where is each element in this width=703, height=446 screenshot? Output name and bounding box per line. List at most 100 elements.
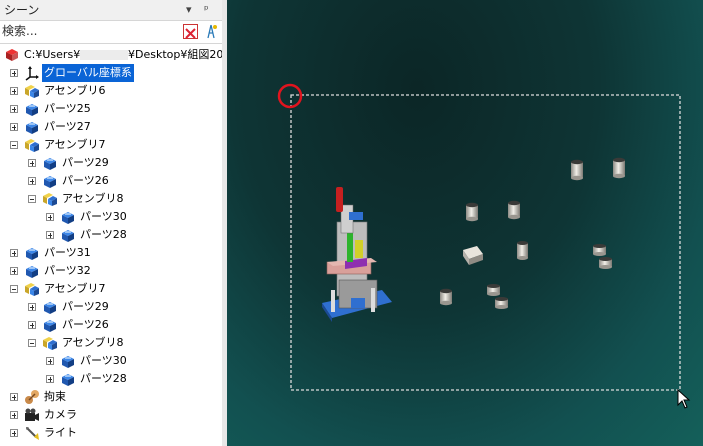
pin-icon[interactable]: ᵖ: [204, 0, 209, 20]
scene-panel: シーン ▾ ᵖ C:¥Users¥ ¥Desktop¥組図20 グローバル座標系アセ…: [0, 0, 223, 446]
tree-item-label: アセンブリ8: [62, 336, 124, 349]
tree-item-label: パーツ25: [44, 102, 91, 115]
part-icon: [60, 371, 76, 387]
tree-item-label: グローバル座標系: [42, 64, 134, 82]
expand-toggle[interactable]: [28, 339, 36, 347]
tree-item-label: パーツ31: [44, 246, 91, 259]
part-icon: [24, 101, 40, 117]
redacted-username: [80, 50, 128, 60]
expand-toggle[interactable]: [10, 87, 18, 95]
3d-viewport[interactable]: [227, 0, 703, 446]
expand-toggle[interactable]: [28, 303, 36, 311]
tree-item[interactable]: アセンブリ7: [0, 280, 222, 298]
expand-toggle[interactable]: [46, 231, 54, 239]
search-input[interactable]: [2, 23, 182, 39]
viewport-canvas: [277, 83, 691, 409]
tree-item[interactable]: パーツ30: [0, 352, 222, 370]
part-icon: [42, 173, 58, 189]
light-icon: [24, 425, 40, 441]
part-icon: [60, 353, 76, 369]
tree-item[interactable]: パーツ31: [0, 244, 222, 262]
tree-item-label: パーツ30: [80, 354, 127, 367]
expand-toggle[interactable]: [46, 375, 54, 383]
chevron-down-icon[interactable]: ▾: [186, 0, 192, 20]
search-row: [0, 20, 222, 44]
tree-item[interactable]: パーツ30: [0, 208, 222, 226]
assembly-icon: [42, 191, 58, 207]
tree-item-label: カメラ: [44, 408, 77, 421]
tree-item[interactable]: パーツ26: [0, 316, 222, 334]
assembly-icon: [42, 335, 58, 351]
tree-item-label: パーツ32: [44, 264, 91, 277]
expand-toggle[interactable]: [10, 429, 18, 437]
tree-item[interactable]: パーツ25: [0, 100, 222, 118]
part-icon: [24, 245, 40, 261]
tree-item-label: パーツ26: [62, 318, 109, 331]
tree-item[interactable]: パーツ29: [0, 298, 222, 316]
tree-item-label: ライト: [44, 426, 77, 439]
mouse-cursor-icon: [677, 388, 691, 409]
tree-item-label: パーツ27: [44, 120, 91, 133]
highlight-circle: [277, 83, 303, 109]
part-icon: [24, 263, 40, 279]
part-icon: [60, 227, 76, 243]
part-icon: [24, 119, 40, 135]
tree-root[interactable]: C:¥Users¥ ¥Desktop¥組図20: [0, 46, 222, 64]
axes-icon: [24, 65, 40, 81]
clear-search-icon[interactable]: [183, 24, 198, 39]
assembly-icon: [24, 137, 40, 153]
tree-item[interactable]: パーツ32: [0, 262, 222, 280]
expand-toggle[interactable]: [10, 123, 18, 131]
panel-title: シーン: [4, 3, 40, 17]
expand-toggle[interactable]: [28, 177, 36, 185]
expand-toggle[interactable]: [10, 141, 18, 149]
tree-item[interactable]: ライト: [0, 424, 222, 442]
expand-toggle[interactable]: [46, 213, 54, 221]
expand-toggle[interactable]: [46, 357, 54, 365]
tree-item[interactable]: アセンブリ7: [0, 136, 222, 154]
camera-icon: [24, 407, 40, 423]
tree-item-label: パーツ30: [80, 210, 127, 223]
expand-toggle[interactable]: [10, 105, 18, 113]
tree-item[interactable]: アセンブリ6: [0, 82, 222, 100]
part-icon: [42, 299, 58, 315]
tree-item[interactable]: グローバル座標系: [0, 64, 222, 82]
tree-item[interactable]: 拘束: [0, 388, 222, 406]
tree-item[interactable]: カメラ: [0, 406, 222, 424]
expand-toggle[interactable]: [10, 285, 18, 293]
tree-item-label: アセンブリ7: [44, 138, 106, 151]
tree-item-label: アセンブリ7: [44, 282, 106, 295]
root-path-suffix: ¥Desktop¥組図20: [128, 48, 223, 61]
part-icon: [60, 209, 76, 225]
expand-toggle[interactable]: [28, 321, 36, 329]
tree-item-label: パーツ28: [80, 372, 127, 385]
expand-toggle[interactable]: [10, 69, 18, 77]
tree-item[interactable]: アセンブリ8: [0, 190, 222, 208]
assembly-icon: [24, 83, 40, 99]
tree-item[interactable]: パーツ28: [0, 226, 222, 244]
tree-item[interactable]: パーツ27: [0, 118, 222, 136]
expand-toggle[interactable]: [10, 411, 18, 419]
tree-item-label: アセンブリ6: [44, 84, 106, 97]
tree-item[interactable]: アセンブリ8: [0, 334, 222, 352]
part-icon: [42, 317, 58, 333]
expand-toggle[interactable]: [28, 195, 36, 203]
filter-icon[interactable]: [203, 23, 219, 40]
expand-toggle[interactable]: [10, 393, 18, 401]
root-label: C:¥Users¥: [24, 48, 81, 61]
tree-item[interactable]: パーツ26: [0, 172, 222, 190]
expand-toggle[interactable]: [28, 159, 36, 167]
tree-item-label: アセンブリ8: [62, 192, 124, 205]
part-icon: [42, 155, 58, 171]
assembly-icon: [24, 281, 40, 297]
tree-item[interactable]: パーツ29: [0, 154, 222, 172]
tree-item[interactable]: パーツ28: [0, 370, 222, 388]
press-machine-model[interactable]: [322, 187, 392, 322]
constraint-icon: [24, 389, 40, 405]
tree-item-label: パーツ28: [80, 228, 127, 241]
cylinder-parts[interactable]: [440, 157, 625, 309]
tree-item-label: パーツ26: [62, 174, 109, 187]
tree-item-label: 拘束: [44, 390, 66, 403]
expand-toggle[interactable]: [10, 249, 18, 257]
expand-toggle[interactable]: [10, 267, 18, 275]
